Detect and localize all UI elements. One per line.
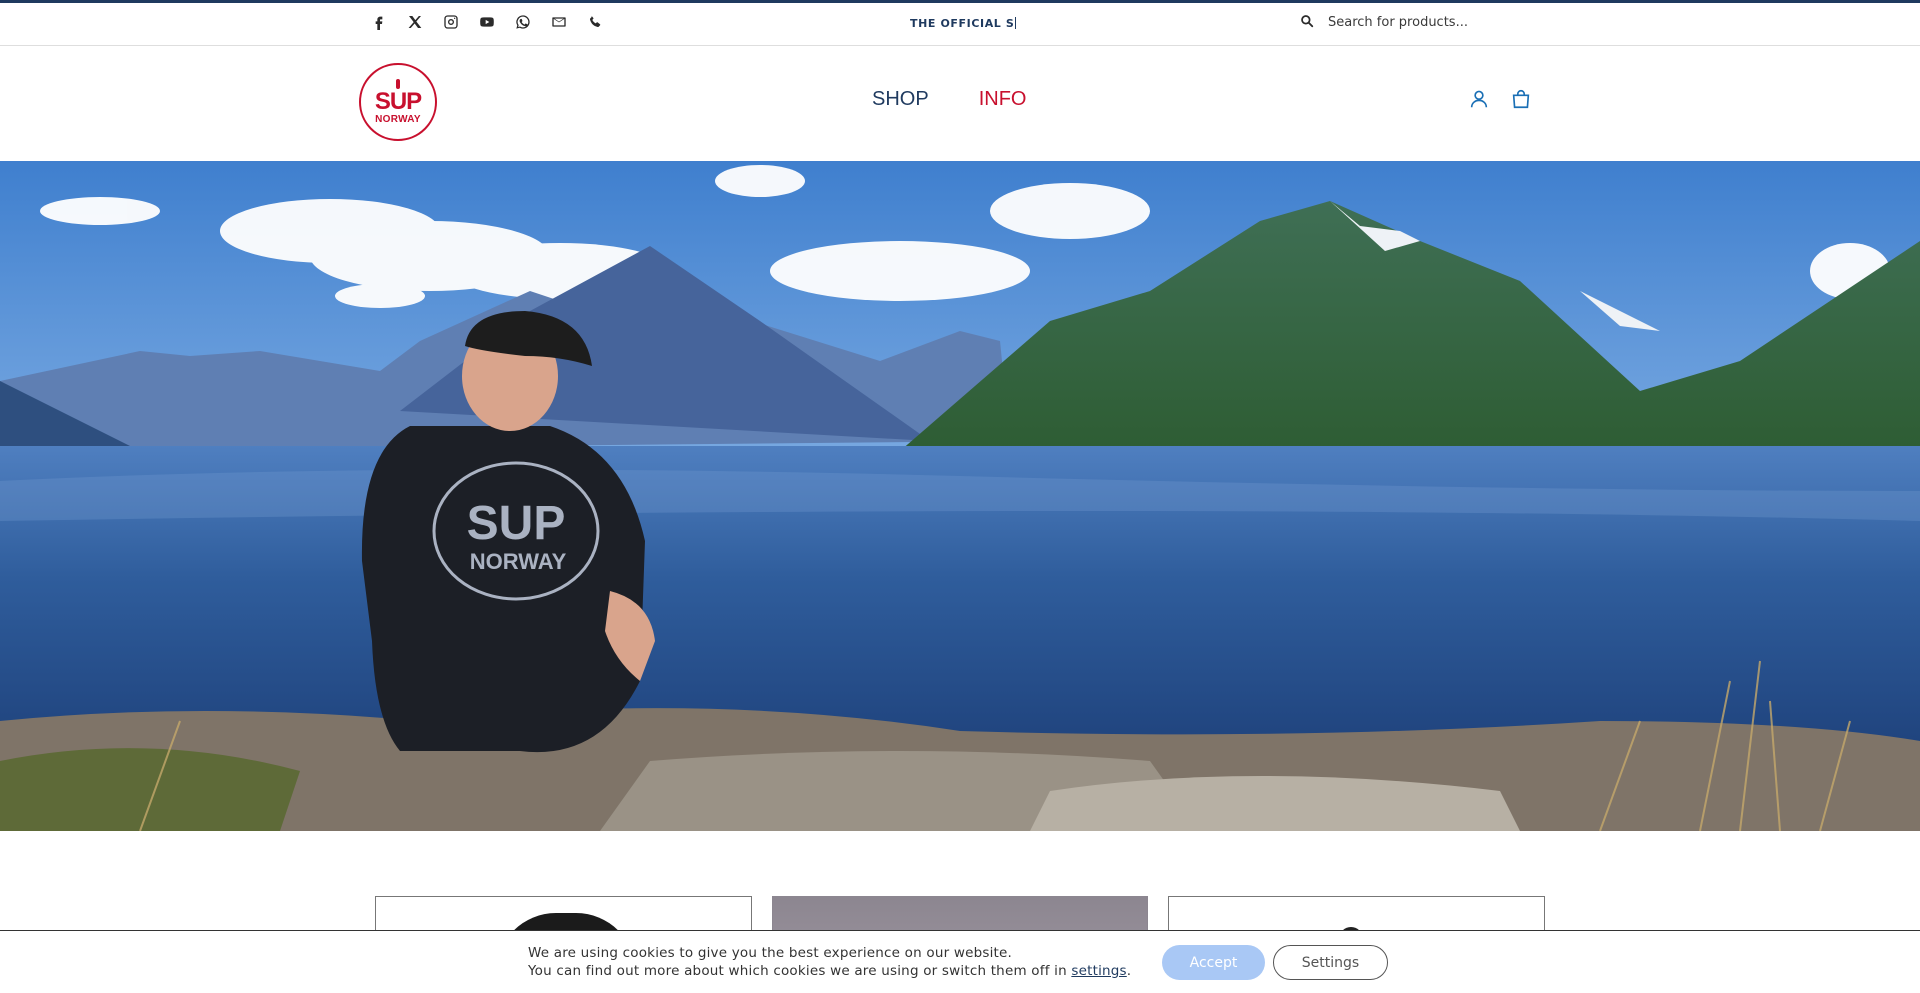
cookie-settings-link[interactable]: settings <box>1071 963 1126 979</box>
shirt-logo-sup: SUP <box>467 497 566 550</box>
user-icon[interactable] <box>1468 88 1490 110</box>
product-search <box>1300 13 1558 32</box>
cookie-message-line2: You can find out more about which cookie… <box>528 962 1131 980</box>
instagram-icon[interactable] <box>442 13 460 31</box>
announcement-ticker: THE OFFICIAL S <box>910 17 1017 30</box>
cookie-line2-text: You can find out more about which cookie… <box>528 963 1072 979</box>
main-header: SUP NORWAY SHOP INFO <box>0 46 1920 161</box>
accept-cookies-button[interactable]: Accept <box>1162 945 1265 980</box>
whatsapp-icon[interactable] <box>514 13 532 31</box>
search-icon[interactable] <box>1300 13 1314 32</box>
youtube-icon[interactable] <box>478 13 496 31</box>
cookie-settings-button[interactable]: Settings <box>1273 945 1388 980</box>
facebook-icon[interactable] <box>370 13 388 31</box>
main-navigation: SHOP INFO <box>872 88 1026 111</box>
hero-fjord-image: SUP NORWAY <box>0 161 1920 831</box>
nav-info[interactable]: INFO <box>979 88 1027 111</box>
logo-text-sup: SUP <box>374 88 422 115</box>
email-icon[interactable] <box>550 13 568 31</box>
shirt-logo-norway: NORWAY <box>470 549 567 574</box>
cookie-message: We are using cookies to give you the bes… <box>528 944 1131 980</box>
cookie-message-line1: We are using cookies to give you the bes… <box>528 945 1013 961</box>
nav-shop[interactable]: SHOP <box>872 88 929 111</box>
logo-text-norway: NORWAY <box>375 114 421 125</box>
top-bar: THE OFFICIAL S <box>0 0 1920 46</box>
x-icon[interactable] <box>406 13 424 31</box>
shopping-bag-icon[interactable] <box>1510 88 1532 110</box>
text-caret <box>1015 17 1017 29</box>
cookie-consent-bar: We are using cookies to give you the bes… <box>0 930 1920 993</box>
ticker-text: THE OFFICIAL S <box>910 17 1015 30</box>
phone-icon[interactable] <box>586 13 604 31</box>
cookie-line2-period: . <box>1126 963 1132 979</box>
header-actions <box>1468 88 1532 110</box>
hero-banner: SUP NORWAY <box>0 161 1920 831</box>
sup-norway-logo[interactable]: SUP NORWAY <box>359 63 437 141</box>
social-links <box>370 13 604 31</box>
search-input[interactable] <box>1328 15 1558 30</box>
